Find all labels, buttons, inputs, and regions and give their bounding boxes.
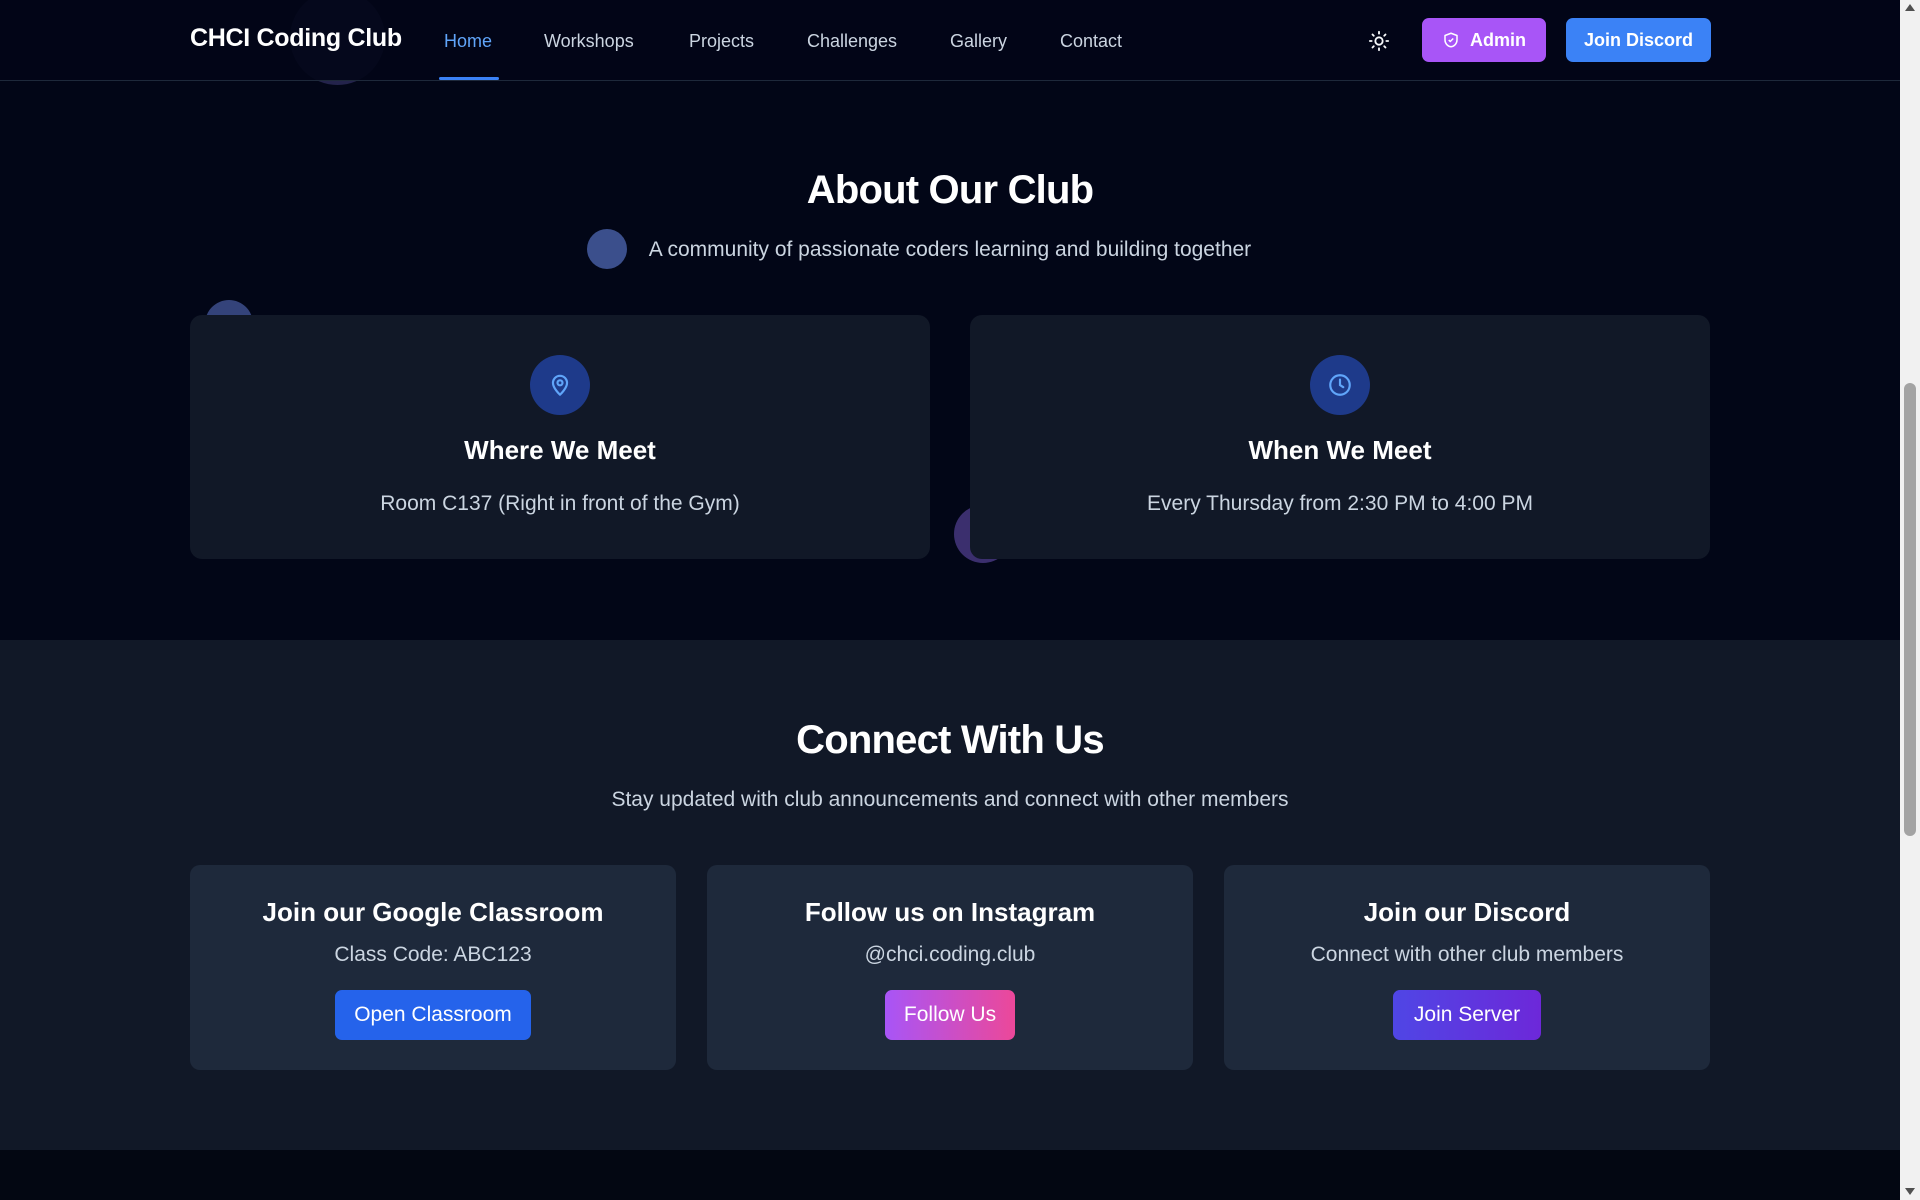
theme-toggle-button[interactable] bbox=[1364, 28, 1394, 54]
discord-card: Join our Discord Connect with other club… bbox=[1224, 865, 1710, 1070]
clock-icon bbox=[1329, 374, 1351, 396]
nav-link-projects[interactable]: Projects bbox=[689, 31, 754, 52]
shield-icon bbox=[1444, 32, 1458, 48]
location-icon-badge bbox=[530, 355, 590, 415]
page: CHCI Coding Club Home Workshops Projects… bbox=[0, 0, 1900, 1200]
card-title: Join our Discord bbox=[1363, 897, 1571, 927]
active-nav-indicator bbox=[439, 77, 499, 80]
card-title: Follow us on Instagram bbox=[804, 897, 1096, 927]
nav-link-workshops[interactable]: Workshops bbox=[544, 31, 634, 52]
follow-us-button[interactable]: Follow Us bbox=[885, 990, 1015, 1040]
card-text: Room C137 (Right in front of the Gym) bbox=[380, 492, 740, 515]
card-title: Where We Meet bbox=[464, 435, 656, 465]
connect-section-title: Connect With Us bbox=[796, 718, 1104, 762]
nav-link-contact[interactable]: Contact bbox=[1060, 31, 1122, 52]
instagram-card: Follow us on Instagram @chci.coding.club… bbox=[707, 865, 1193, 1070]
class-code-text: Class Code: ABC123 bbox=[334, 943, 532, 966]
about-section-subtitle: A community of passionate coders learnin… bbox=[648, 238, 1252, 261]
card-text: Every Thursday from 2:30 PM to 4:00 PM bbox=[1147, 492, 1533, 515]
admin-button[interactable]: Admin bbox=[1422, 18, 1546, 62]
nav-link-home[interactable]: Home bbox=[444, 31, 492, 52]
vertical-scrollbar[interactable] bbox=[1900, 0, 1920, 1200]
card-title: Join our Google Classroom bbox=[262, 897, 604, 927]
google-classroom-card: Join our Google Classroom Class Code: AB… bbox=[190, 865, 676, 1070]
join-discord-button[interactable]: Join Discord bbox=[1566, 18, 1711, 62]
open-classroom-button[interactable]: Open Classroom bbox=[335, 990, 531, 1040]
scrollbar-thumb[interactable] bbox=[1904, 383, 1916, 836]
join-server-button[interactable]: Join Server bbox=[1393, 990, 1541, 1040]
footer bbox=[0, 1150, 1900, 1200]
nav-link-gallery[interactable]: Gallery bbox=[950, 31, 1007, 52]
when-we-meet-card: When We Meet Every Thursday from 2:30 PM… bbox=[970, 315, 1710, 559]
nav-link-challenges[interactable]: Challenges bbox=[807, 31, 897, 52]
card-title: When We Meet bbox=[1248, 435, 1432, 465]
top-navbar: CHCI Coding Club Home Workshops Projects… bbox=[0, 0, 1900, 81]
time-icon-badge bbox=[1310, 355, 1370, 415]
sun-icon bbox=[1368, 30, 1390, 52]
card-text: Connect with other club members bbox=[1310, 943, 1624, 966]
admin-button-label: Admin bbox=[1470, 29, 1526, 50]
instagram-handle-text: @chci.coding.club bbox=[864, 943, 1036, 966]
scroll-down-arrow-icon[interactable] bbox=[1905, 1188, 1915, 1195]
brand-logo-text[interactable]: CHCI Coding Club bbox=[190, 24, 402, 53]
where-we-meet-card: Where We Meet Room C137 (Right in front … bbox=[190, 315, 930, 559]
map-pin-icon bbox=[551, 374, 569, 396]
connect-section-subtitle: Stay updated with club announcements and… bbox=[611, 788, 1289, 811]
scroll-up-arrow-icon[interactable] bbox=[1905, 4, 1915, 11]
about-section-title: About Our Club bbox=[806, 168, 1094, 212]
